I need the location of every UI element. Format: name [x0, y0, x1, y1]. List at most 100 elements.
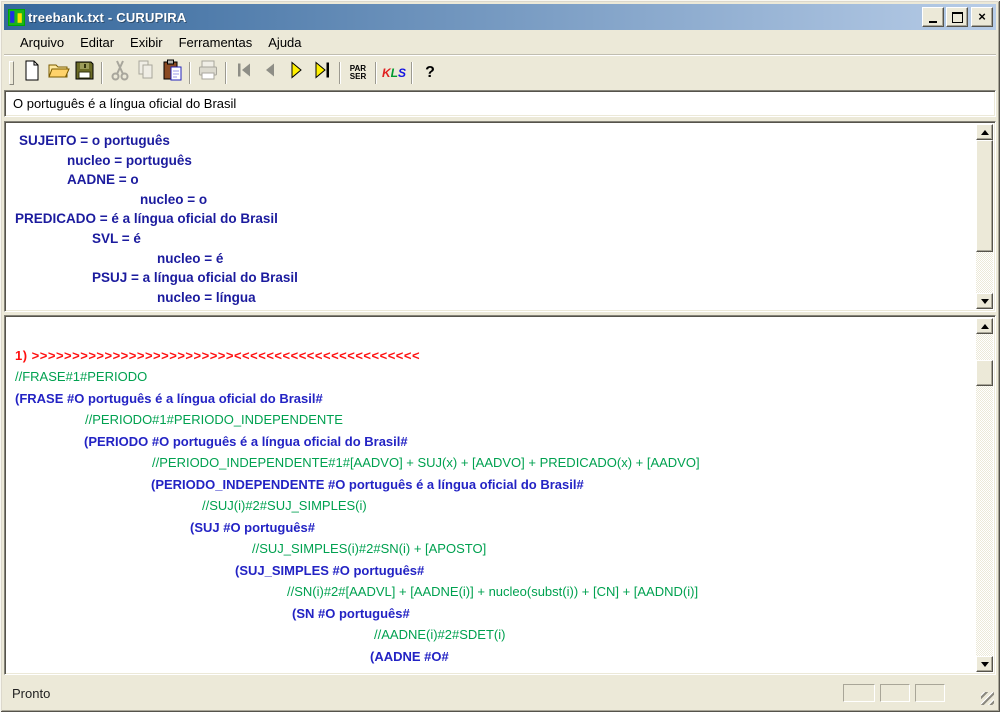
- status-panel: [915, 684, 945, 702]
- parse-output-line: (FRASE #O português é a língua oficial d…: [7, 388, 975, 410]
- output-scrollbar[interactable]: [976, 318, 993, 672]
- analysis-pane[interactable]: SUJEITO = o portuguêsnucleo = portuguêsA…: [4, 121, 996, 312]
- sentence-input[interactable]: O português é a língua oficial do Brasil: [4, 90, 996, 117]
- parse-output-line: //SUJ(i)#2#SUJ_SIMPLES(i): [7, 495, 975, 517]
- parser-icon: PARSER: [350, 65, 366, 81]
- parse-output-line: //PERIODO_INDEPENDENTE#1#[AADVO] + SUJ(x…: [7, 452, 975, 474]
- analysis-text: SUJEITO = o portuguêsnucleo = portuguêsA…: [7, 124, 975, 309]
- minimize-button[interactable]: [922, 7, 944, 27]
- menu-bar: ArquivoEditarExibirFerramentasAjuda: [4, 32, 996, 53]
- print-button: [195, 60, 221, 85]
- analysis-scrollbar[interactable]: [976, 124, 993, 309]
- save-button[interactable]: [71, 60, 97, 85]
- parse-output-line: (PERIODO #O português é a língua oficial…: [7, 431, 975, 453]
- parse-output-line: //AADNE(i)#2#SDET(i): [7, 624, 975, 646]
- analysis-line: nucleo = o: [7, 190, 975, 210]
- kls-button[interactable]: KLS: [381, 60, 407, 85]
- paste-icon: [161, 59, 183, 87]
- help-icon: ?: [425, 64, 435, 82]
- open-folder-icon: [47, 59, 70, 86]
- analysis-line: nucleo = é: [7, 249, 975, 269]
- analysis-line: AADNE = o: [7, 170, 975, 190]
- menu-separator: [4, 54, 996, 56]
- new-document-icon: [21, 59, 43, 86]
- status-text: Pronto: [12, 686, 50, 701]
- parse-output-line: (SUJ #O português#: [7, 517, 975, 539]
- menu-item-exibir[interactable]: Exibir: [122, 33, 171, 52]
- toolbar: PARSER KLS?: [4, 57, 996, 88]
- menu-item-editar[interactable]: Editar: [72, 33, 122, 52]
- analysis-line: PREDICADO = é a língua oficial do Brasil: [7, 209, 975, 229]
- parse-output-line: 1) >>>>>>>>>>>>>>>>>>>>>>>>><<<<<<<<<<<<…: [7, 345, 975, 367]
- print-icon: [197, 59, 220, 86]
- parse-output-line: (SN #O português#: [7, 603, 975, 625]
- parse-output-line: [7, 323, 975, 345]
- analysis-line: nucleo = português: [7, 151, 975, 171]
- nav-last-button[interactable]: [309, 60, 335, 85]
- arrow-up-icon: [981, 324, 989, 329]
- arrow-down-icon: [981, 662, 989, 667]
- nav-previous-icon: [260, 60, 280, 85]
- cut-icon: [110, 59, 130, 86]
- parse-output-line: //SDET(i)#1#[<todo>] + nucleo(art(i)): [7, 667, 975, 672]
- maximize-button[interactable]: [946, 7, 968, 27]
- toolbar-separator: [225, 62, 227, 84]
- parse-output-line: //PERIODO#1#PERIODO_INDEPENDENTE: [7, 409, 975, 431]
- parse-output-line: //FRASE#1#PERIODO: [7, 366, 975, 388]
- scroll-up-button[interactable]: [976, 124, 993, 140]
- help-button[interactable]: ?: [417, 60, 443, 85]
- toolbar-separator: [375, 62, 377, 84]
- title-bar[interactable]: treebank.txt - CURUPIRA ×: [4, 4, 996, 30]
- analysis-line: SUJEITO = o português: [7, 131, 975, 151]
- resize-grip[interactable]: [981, 692, 994, 705]
- nav-first-icon: [234, 60, 254, 85]
- scroll-down-button[interactable]: [976, 656, 993, 672]
- close-icon: ×: [978, 12, 986, 22]
- menu-item-ajuda[interactable]: Ajuda: [260, 33, 309, 52]
- status-bar: Pronto: [4, 679, 996, 708]
- menu-item-ferramentas[interactable]: Ferramentas: [171, 33, 261, 52]
- arrow-up-icon: [981, 130, 989, 135]
- nav-next-icon: [286, 60, 306, 85]
- close-button[interactable]: ×: [971, 7, 993, 27]
- toolbar-grip[interactable]: [9, 61, 14, 85]
- status-panel: [880, 684, 910, 702]
- paste-button[interactable]: [159, 60, 185, 85]
- scrollbar-thumb[interactable]: [976, 140, 993, 252]
- parse-output-line: (SUJ_SIMPLES #O português#: [7, 560, 975, 582]
- parse-output-line: //SUJ_SIMPLES(i)#2#SN(i) + [APOSTO]: [7, 538, 975, 560]
- scrollbar-thumb[interactable]: [976, 360, 993, 386]
- analysis-line: PSUJ = a língua oficial do Brasil: [7, 268, 975, 288]
- nav-previous-button: [257, 60, 283, 85]
- window-title: treebank.txt - CURUPIRA: [28, 10, 920, 25]
- parse-output-pane[interactable]: 1) >>>>>>>>>>>>>>>>>>>>>>>>><<<<<<<<<<<<…: [4, 315, 996, 675]
- analysis-line: nucleo = língua: [7, 288, 975, 308]
- menu-item-arquivo[interactable]: Arquivo: [12, 33, 72, 52]
- app-icon: [8, 9, 25, 26]
- toolbar-separator: [411, 62, 413, 84]
- cut-button: [107, 60, 133, 85]
- parse-output-line: (PERIODO_INDEPENDENTE #O português é a l…: [7, 474, 975, 496]
- parse-output-text: 1) >>>>>>>>>>>>>>>>>>>>>>>>><<<<<<<<<<<<…: [7, 318, 975, 672]
- copy-button: [133, 60, 159, 85]
- nav-next-button[interactable]: [283, 60, 309, 85]
- parser-button[interactable]: PARSER: [345, 60, 371, 85]
- copy-icon: [135, 59, 157, 86]
- arrow-down-icon: [981, 299, 989, 304]
- toolbar-separator: [101, 62, 103, 84]
- parse-output-line: (AADNE #O#: [7, 646, 975, 668]
- app-window: treebank.txt - CURUPIRA × ArquivoEditarE…: [0, 0, 1000, 712]
- open-folder-button[interactable]: [45, 60, 71, 85]
- analysis-line: SVL = é: [7, 229, 975, 249]
- nav-last-icon: [312, 60, 332, 85]
- minimize-icon: [929, 21, 937, 23]
- toolbar-separator: [189, 62, 191, 84]
- maximize-icon: [952, 12, 963, 23]
- parse-output-line: //SN(i)#2#[AADVL] + [AADNE(i)] + nucleo(…: [7, 581, 975, 603]
- new-document-button[interactable]: [19, 60, 45, 85]
- scroll-up-button[interactable]: [976, 318, 993, 334]
- scroll-down-button[interactable]: [976, 293, 993, 309]
- status-panel: [843, 684, 875, 702]
- nav-first-button: [231, 60, 257, 85]
- toolbar-separator: [339, 62, 341, 84]
